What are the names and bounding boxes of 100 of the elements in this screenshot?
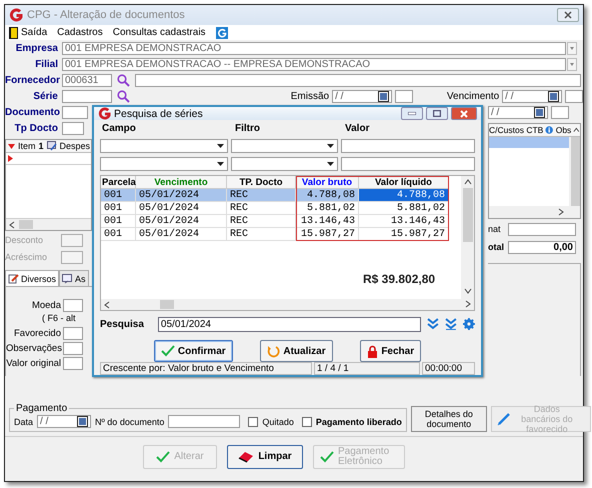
input-field[interactable]	[565, 90, 583, 102]
input-field[interactable]	[551, 106, 569, 118]
surcharge-field	[61, 250, 83, 264]
table-cell: 05/01/2024	[136, 202, 227, 215]
scrollbar-thumb[interactable]	[462, 188, 472, 242]
company-field[interactable]: 001 EMPRESA DEMONSTRACAO	[62, 42, 566, 54]
value-field[interactable]	[341, 157, 475, 171]
date-field[interactable]: / /	[488, 106, 548, 118]
scrollbar-thumb[interactable]	[19, 220, 33, 229]
table-cell: 13.146,43	[359, 215, 449, 228]
table-cell: 5.881,02	[296, 202, 359, 215]
status-text: 1 / 4 / 1	[314, 362, 420, 375]
menu-item[interactable]: Consultas cadastrais	[112, 27, 206, 38]
minimize-button[interactable]	[401, 107, 423, 120]
sort-indicator: 1	[38, 141, 44, 151]
date-field[interactable]: / /	[37, 415, 92, 428]
field-label: otal	[488, 242, 506, 252]
input-field[interactable]	[508, 222, 576, 236]
scroll-down-icon[interactable]	[464, 288, 472, 294]
table-cell: 05/01/2024	[136, 215, 227, 228]
column-header[interactable]: C/Custos CTB	[489, 125, 544, 135]
date-field[interactable]: / /	[332, 90, 392, 102]
maximize-button[interactable]	[426, 107, 448, 120]
g-logo-icon[interactable]	[216, 26, 228, 38]
field-combo[interactable]	[100, 157, 228, 171]
checkbox[interactable]	[248, 416, 258, 426]
field-combo[interactable]	[100, 139, 228, 153]
close-button[interactable]	[451, 107, 477, 120]
notes-field[interactable]	[63, 342, 83, 354]
discount-field	[61, 234, 83, 246]
value-field[interactable]	[341, 139, 475, 153]
search-icon[interactable]	[116, 90, 130, 102]
calendar-icon[interactable]	[378, 90, 389, 102]
field-label: nat	[488, 224, 502, 234]
search-field[interactable]: 05/01/2024	[158, 316, 422, 332]
column-header[interactable]: Obs	[556, 125, 572, 135]
dialog-button[interactable]: Confirmar	[154, 340, 233, 362]
side-button[interactable]: Detalhes do documento	[410, 406, 487, 432]
check-icon	[160, 345, 175, 357]
tab[interactable]: Diversos	[5, 270, 60, 286]
doc-type-field[interactable]	[62, 122, 84, 134]
date-field[interactable]: / /	[502, 90, 562, 102]
scroll-right-icon[interactable]	[464, 300, 470, 308]
calendar-icon[interactable]	[534, 106, 545, 118]
scroll-up-icon[interactable]	[464, 179, 472, 185]
supplier-code-field[interactable]: 000631	[62, 74, 112, 86]
table-row[interactable]: 001 05/01/2024 REC 13.146,43 13.146,43	[101, 215, 449, 228]
input-field[interactable]	[394, 90, 413, 102]
dropdown-arrow-icon	[217, 162, 224, 166]
close-button[interactable]	[557, 8, 579, 22]
filter-combo[interactable]	[231, 157, 338, 171]
action-button[interactable]: Limpar	[227, 444, 303, 468]
sort-down-icon	[8, 144, 15, 148]
table-cell: 001	[101, 189, 136, 202]
scroll-right-icon[interactable]	[558, 208, 564, 216]
table-row[interactable]: 001 05/01/2024 REC 15.987,27 15.987,27	[101, 228, 449, 241]
original-value-field[interactable]	[63, 356, 83, 370]
tab[interactable]: As	[59, 270, 89, 286]
scrollbar-thumb[interactable]	[160, 300, 174, 309]
column-header[interactable]: Parcela	[101, 176, 136, 189]
minimize-icon	[408, 112, 416, 115]
scroll-up-icon[interactable]	[573, 127, 580, 133]
column-header[interactable]: Valor líquido	[359, 176, 449, 189]
search-icon[interactable]	[117, 74, 130, 86]
double-chevron-down-icon[interactable]	[427, 318, 440, 330]
currency-field[interactable]	[63, 298, 83, 312]
table-row[interactable]: 001 05/01/2024 REC 5.881,02 5.881,02	[101, 202, 449, 215]
g-logo-icon	[9, 8, 23, 22]
column-header[interactable]: Despes	[60, 141, 90, 151]
calendar-icon[interactable]	[77, 416, 88, 427]
column-header[interactable]: TP. Docto	[227, 176, 296, 189]
supplier-name-field[interactable]	[135, 74, 581, 86]
payee-field[interactable]	[63, 326, 83, 340]
scroll-left-icon[interactable]	[104, 300, 110, 308]
close-icon	[460, 110, 468, 118]
column-header[interactable]: Vencimento	[136, 176, 227, 189]
branch-field[interactable]: 001 EMPRESA DEMONSTRACAO -- EMPRESA DEMONSTRACAO	[62, 58, 566, 70]
double-chevron-down-icon[interactable]	[445, 318, 458, 330]
total-field: 0,00	[508, 240, 576, 254]
table-row[interactable]: 001 05/01/2024 REC 4.788,08 4.788,08	[101, 189, 449, 202]
scroll-left-icon[interactable]	[9, 220, 15, 228]
status-text: 00:00:00	[422, 362, 475, 375]
note-icon	[46, 141, 57, 151]
column-header[interactable]: Valor bruto	[296, 176, 359, 189]
dialog-button[interactable]: Atualizar	[260, 340, 333, 362]
column-header[interactable]: Item	[18, 141, 36, 151]
calendar-icon[interactable]	[548, 90, 560, 102]
scrollbar[interactable]	[569, 137, 580, 206]
settings-icon[interactable]	[463, 318, 475, 330]
menu-item[interactable]: Cadastros	[57, 27, 103, 38]
series-field[interactable]	[62, 90, 112, 102]
checkbox[interactable]	[302, 416, 312, 426]
dialog-button[interactable]: Fechar	[360, 340, 422, 362]
table-cell: 13.146,43	[296, 215, 359, 228]
document-field[interactable]	[62, 106, 88, 118]
table-cell: REC	[227, 228, 296, 241]
menu-item[interactable]: Saída	[9, 26, 48, 38]
g-logo-icon	[98, 107, 111, 120]
document-number-field[interactable]	[168, 415, 240, 428]
filter-combo[interactable]	[231, 139, 338, 153]
